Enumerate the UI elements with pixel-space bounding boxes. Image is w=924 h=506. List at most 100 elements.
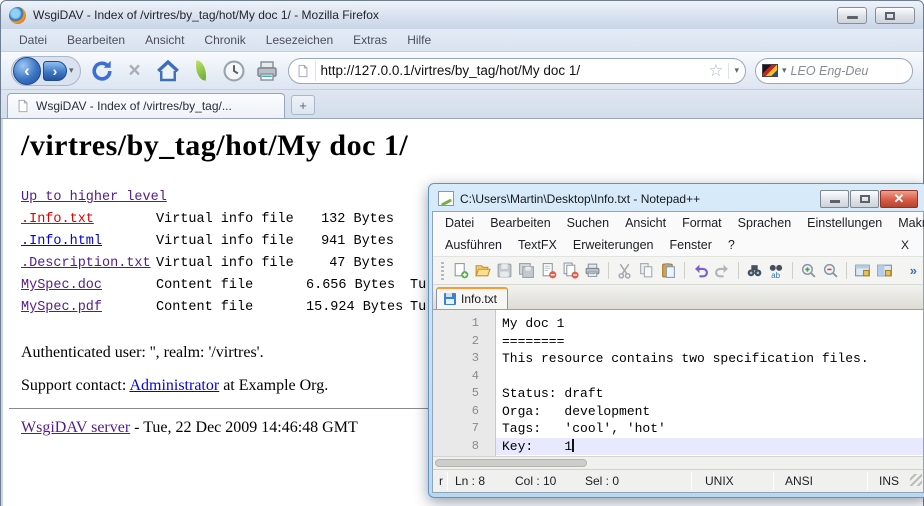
open-file-button[interactable] <box>473 261 492 280</box>
file-link[interactable]: MySpec.pdf <box>21 297 156 319</box>
menu-fenster[interactable]: Fenster <box>662 236 720 254</box>
menu-suchen[interactable]: Suchen <box>559 214 617 232</box>
menu-bearbeiten[interactable]: Bearbeiten <box>482 214 558 232</box>
zoom-out-button[interactable] <box>821 261 840 280</box>
file-size: 132 Bytes <box>306 209 394 231</box>
restore-button[interactable] <box>850 190 879 208</box>
line-text[interactable]: Key: 1 <box>496 438 923 456</box>
bookmark-star-icon[interactable]: ☆ <box>708 62 723 79</box>
file-link[interactable]: .Info.html <box>21 231 156 253</box>
stop-button[interactable]: × <box>123 59 147 83</box>
tab-wsgidav[interactable]: WsgiDAV - Index of /virtres/by_tag/... <box>7 93 285 118</box>
notepadpp-titlebar[interactable]: C:\Users\Martin\Desktop\Info.txt - Notep… <box>432 186 924 211</box>
notepadpp-body: Datei Bearbeiten Suchen Ansicht Format S… <box>432 211 924 493</box>
menu-sprachen[interactable]: Sprachen <box>730 214 800 232</box>
undo-button[interactable] <box>691 261 710 280</box>
menu-row-2: Ausführen TextFX Erweiterungen Fenster ?… <box>433 234 923 256</box>
minimize-button[interactable] <box>837 7 867 24</box>
menu-ansicht[interactable]: Ansicht <box>137 31 192 49</box>
print-icon <box>584 262 601 279</box>
menu-datei[interactable]: Datei <box>11 31 55 49</box>
save-all-button[interactable] <box>517 261 536 280</box>
replace-button[interactable]: ab <box>767 261 786 280</box>
menu-ansicht[interactable]: Ansicht <box>617 214 674 232</box>
menu-ausfuehren[interactable]: Ausführen <box>437 236 510 254</box>
menu-format[interactable]: Format <box>674 214 730 232</box>
sync-vertical-button[interactable] <box>853 261 872 280</box>
print-button[interactable] <box>583 261 602 280</box>
minimize-button[interactable] <box>820 190 849 208</box>
file-link[interactable]: MySpec.doc <box>21 275 156 297</box>
menu-erweiterungen[interactable]: Erweiterungen <box>565 236 662 254</box>
toolbar-overflow-chevron[interactable]: » <box>910 263 919 278</box>
search-input[interactable] <box>791 64 904 78</box>
reload-button[interactable] <box>90 59 114 83</box>
resize-grip[interactable] <box>910 474 922 486</box>
menu-textfx[interactable]: TextFX <box>510 236 565 254</box>
scrollbar-thumb[interactable] <box>435 459 587 467</box>
wsgidav-server-link[interactable]: WsgiDAV server <box>21 419 130 436</box>
extension-leaf-button[interactable] <box>189 59 213 83</box>
find-button[interactable] <box>745 261 764 280</box>
leo-search-engine-icon[interactable] <box>762 64 778 77</box>
menu-einstellungen[interactable]: Einstellungen <box>799 214 890 232</box>
firefox-titlebar[interactable]: WsgiDAV - Index of /virtres/by_tag/hot/M… <box>1 1 923 29</box>
save-all-icon <box>518 262 535 279</box>
file-link[interactable]: .Description.txt <box>21 253 156 275</box>
toolbar-separator <box>846 262 847 279</box>
page-favicon[interactable] <box>293 61 316 81</box>
close-button[interactable]: ✕ <box>880 190 918 208</box>
line-text[interactable]: ======== <box>496 333 923 351</box>
line-text[interactable] <box>496 368 923 386</box>
url-bar[interactable]: ☆ ▾ <box>288 58 746 84</box>
firefox-navbar: ‹ › ▾ × ☆ ▾ <box>1 51 923 89</box>
close-file-button[interactable] <box>539 261 558 280</box>
menu-makro[interactable]: Makro <box>890 214 924 232</box>
close-all-button[interactable] <box>561 261 580 280</box>
menubar-close-button[interactable]: X <box>891 238 919 252</box>
redo-icon <box>714 262 731 279</box>
save-button[interactable] <box>495 261 514 280</box>
search-box[interactable]: ▾ <box>755 58 913 84</box>
home-button[interactable] <box>156 59 180 83</box>
copy-button[interactable] <box>637 261 656 280</box>
back-button[interactable]: ‹ <box>13 57 41 85</box>
line-text[interactable]: Tags: 'cool', 'hot' <box>496 420 923 438</box>
editor-area[interactable]: 1My doc 1 2======== 3This resource conta… <box>433 310 923 456</box>
horizontal-scrollbar[interactable] <box>433 456 923 469</box>
redo-button[interactable] <box>713 261 732 280</box>
paste-button[interactable] <box>659 261 678 280</box>
print-button[interactable] <box>255 59 279 83</box>
line-text[interactable]: Status: draft <box>496 385 923 403</box>
search-engine-dropdown-icon[interactable]: ▾ <box>782 65 787 76</box>
up-to-higher-level-link[interactable]: Up to higher level <box>21 187 167 209</box>
history-dropdown-icon[interactable]: ▾ <box>69 65 74 76</box>
menu-help[interactable]: ? <box>720 236 743 254</box>
url-input[interactable] <box>321 63 704 78</box>
tab-info-txt[interactable]: Info.txt <box>436 287 508 309</box>
menu-chronik[interactable]: Chronik <box>196 31 253 49</box>
new-file-button[interactable] <box>451 261 470 280</box>
url-dropdown-icon[interactable]: ▾ <box>728 63 739 79</box>
find-icon <box>746 262 763 279</box>
file-link[interactable]: .Info.txt <box>21 209 156 231</box>
maximize-button[interactable] <box>875 7 915 24</box>
line-text[interactable]: My doc 1 <box>496 315 923 333</box>
new-file-icon <box>452 262 469 279</box>
menu-datei[interactable]: Datei <box>437 214 482 232</box>
line-text[interactable]: This resource contains two specification… <box>496 350 923 368</box>
new-tab-button[interactable]: + <box>291 95 315 115</box>
menu-hilfe[interactable]: Hilfe <box>399 31 439 49</box>
menu-extras[interactable]: Extras <box>345 31 395 49</box>
forward-button[interactable]: › <box>43 61 67 81</box>
line-text[interactable]: Orga: development <box>496 403 923 421</box>
toolbar-separator <box>738 262 739 279</box>
zoom-in-button[interactable] <box>799 261 818 280</box>
menu-bearbeiten[interactable]: Bearbeiten <box>59 31 133 49</box>
maximize-icon <box>885 12 895 20</box>
history-clock-button[interactable] <box>222 59 246 83</box>
cut-button[interactable] <box>615 261 634 280</box>
administrator-link[interactable]: Administrator <box>129 377 219 394</box>
menu-lesezeichen[interactable]: Lesezeichen <box>258 31 341 49</box>
sync-horizontal-button[interactable] <box>875 261 894 280</box>
